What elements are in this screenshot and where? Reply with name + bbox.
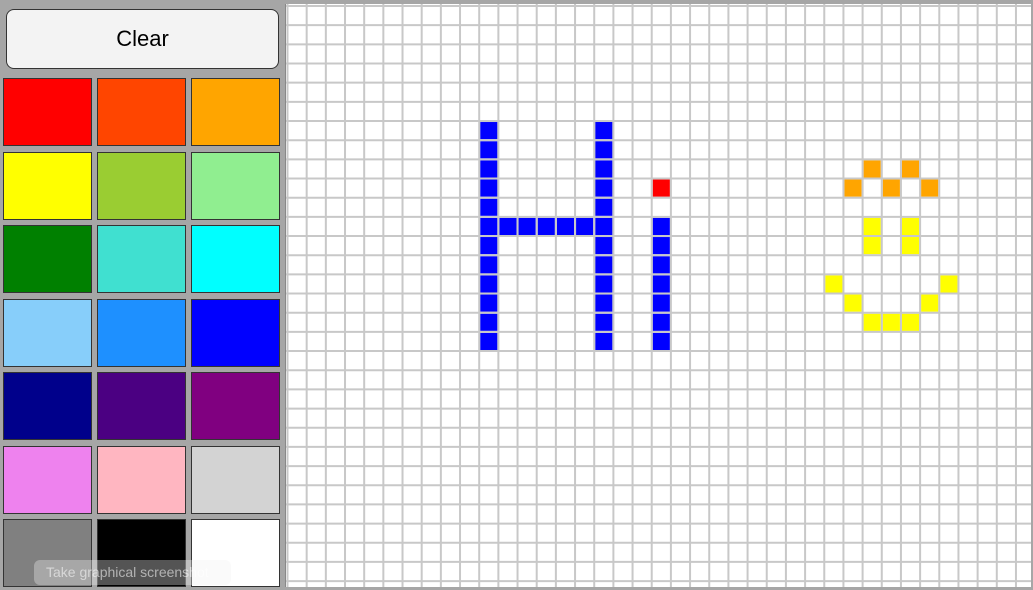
- color-swatch-4[interactable]: [3, 152, 92, 220]
- painted-cell[interactable]: [844, 294, 862, 312]
- painted-cell[interactable]: [480, 179, 498, 197]
- painted-cell[interactable]: [595, 313, 613, 331]
- painted-cell[interactable]: [940, 275, 958, 293]
- painted-cell[interactable]: [921, 294, 939, 312]
- color-swatch-11[interactable]: [97, 299, 186, 367]
- painted-cell[interactable]: [863, 217, 881, 236]
- color-swatch-14[interactable]: [97, 372, 186, 440]
- painted-cell[interactable]: [882, 179, 900, 197]
- painted-cell[interactable]: [480, 141, 498, 159]
- painted-cell[interactable]: [863, 313, 881, 331]
- painted-cell[interactable]: [652, 332, 670, 351]
- painted-cell[interactable]: [882, 313, 900, 331]
- painted-cell[interactable]: [576, 217, 594, 236]
- drawing-canvas[interactable]: [285, 4, 1031, 587]
- painted-cell[interactable]: [480, 198, 498, 216]
- painted-cell[interactable]: [652, 217, 670, 236]
- painted-cell[interactable]: [595, 122, 613, 140]
- color-swatch-6[interactable]: [191, 152, 280, 220]
- sidebar: Clear Take graphical screenshot: [0, 0, 285, 590]
- painted-cell[interactable]: [652, 275, 670, 293]
- pixel-grid[interactable]: [286, 4, 1031, 587]
- pixel-art-app: Clear Take graphical screenshot: [0, 0, 1033, 590]
- painted-cell[interactable]: [863, 237, 881, 255]
- color-swatch-5[interactable]: [97, 152, 186, 220]
- painted-cell[interactable]: [863, 160, 881, 178]
- painted-cell[interactable]: [480, 313, 498, 331]
- painted-cell[interactable]: [480, 294, 498, 312]
- painted-cell[interactable]: [595, 294, 613, 312]
- color-swatch-18[interactable]: [191, 446, 280, 514]
- color-swatch-2[interactable]: [97, 78, 186, 146]
- painted-cell[interactable]: [518, 217, 536, 236]
- color-swatch-13[interactable]: [3, 372, 92, 440]
- color-swatch-21[interactable]: [191, 519, 280, 587]
- painted-cell[interactable]: [595, 179, 613, 197]
- color-swatch-9[interactable]: [191, 225, 280, 293]
- painted-cell[interactable]: [901, 217, 920, 236]
- painted-cell[interactable]: [499, 217, 517, 236]
- painted-cell[interactable]: [595, 141, 613, 159]
- painted-cell[interactable]: [901, 160, 920, 178]
- color-swatch-16[interactable]: [3, 446, 92, 514]
- painted-cell[interactable]: [595, 237, 613, 255]
- painted-cell[interactable]: [921, 179, 939, 197]
- painted-cell[interactable]: [652, 179, 670, 197]
- color-palette: [0, 0, 285, 590]
- painted-cell[interactable]: [652, 294, 670, 312]
- painted-cell[interactable]: [652, 313, 670, 331]
- painted-cell[interactable]: [480, 237, 498, 255]
- color-swatch-3[interactable]: [191, 78, 280, 146]
- painted-cell[interactable]: [480, 160, 498, 178]
- color-swatch-8[interactable]: [97, 225, 186, 293]
- painted-cell[interactable]: [537, 217, 555, 236]
- color-swatch-1[interactable]: [3, 78, 92, 146]
- painted-cell[interactable]: [901, 237, 920, 255]
- color-swatch-15[interactable]: [191, 372, 280, 440]
- painted-cell[interactable]: [595, 198, 613, 216]
- color-swatch-17[interactable]: [97, 446, 186, 514]
- color-swatch-7[interactable]: [3, 225, 92, 293]
- painted-cell[interactable]: [652, 237, 670, 255]
- painted-cell[interactable]: [595, 275, 613, 293]
- painted-cell[interactable]: [825, 275, 843, 293]
- color-swatch-19[interactable]: [3, 519, 92, 587]
- painted-cell[interactable]: [595, 256, 613, 274]
- painted-cell[interactable]: [480, 332, 498, 351]
- painted-cell[interactable]: [595, 160, 613, 178]
- color-swatch-12[interactable]: [191, 299, 280, 367]
- color-swatch-20[interactable]: [97, 519, 186, 587]
- painted-cell[interactable]: [556, 217, 575, 236]
- painted-cell[interactable]: [480, 256, 498, 274]
- painted-cell[interactable]: [901, 313, 920, 331]
- painted-cell[interactable]: [652, 256, 670, 274]
- painted-cell[interactable]: [595, 332, 613, 351]
- painted-cell[interactable]: [595, 217, 613, 236]
- painted-cell[interactable]: [844, 179, 862, 197]
- painted-cell[interactable]: [480, 122, 498, 140]
- painted-cell[interactable]: [480, 275, 498, 293]
- painted-cell[interactable]: [480, 217, 498, 236]
- color-swatch-10[interactable]: [3, 299, 92, 367]
